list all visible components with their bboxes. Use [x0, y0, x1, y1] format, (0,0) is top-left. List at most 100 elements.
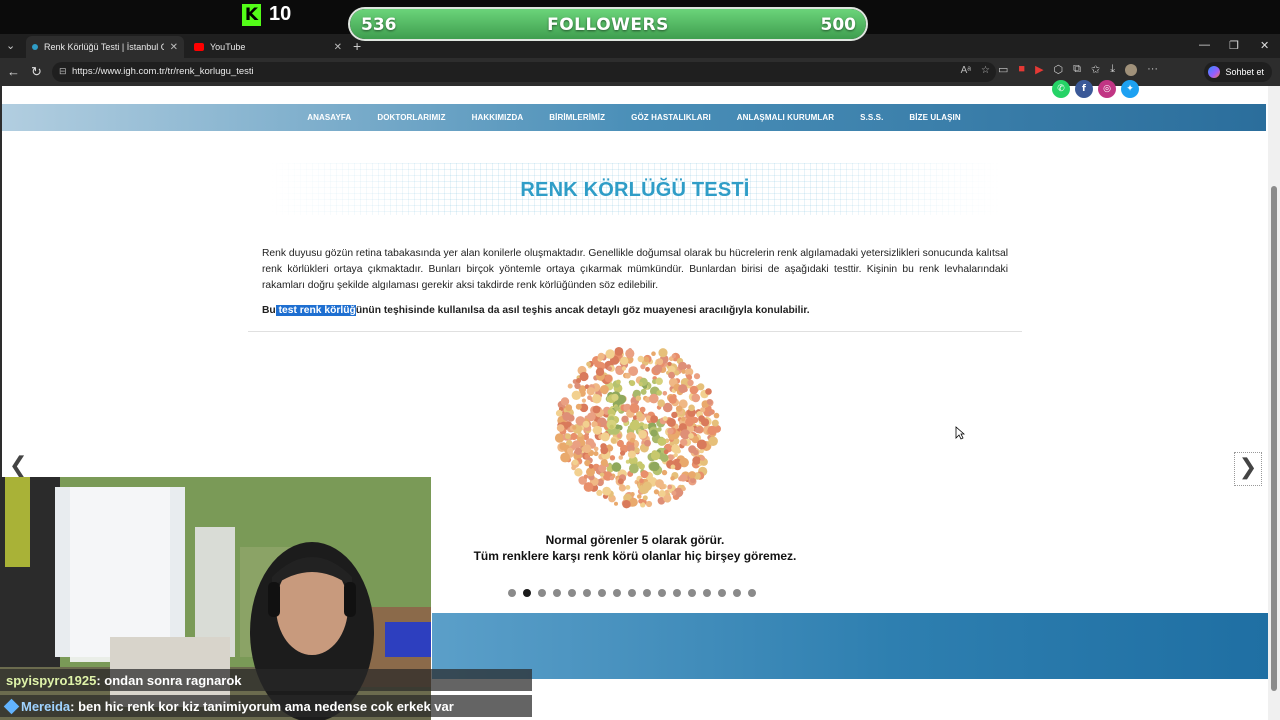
- slider-dot[interactable]: [598, 589, 606, 597]
- tab-renk-korlugu[interactable]: Renk Körlüğü Testi | İstanbul Göz Hastan…: [26, 36, 184, 58]
- profile-avatar[interactable]: [1125, 64, 1138, 76]
- plate-dot: [691, 393, 701, 403]
- kick-count: 10: [269, 3, 292, 25]
- downloads-icon[interactable]: ⤓: [1110, 63, 1115, 76]
- slider-dot[interactable]: [538, 589, 546, 597]
- plate-dot: [663, 449, 669, 455]
- maximize-icon[interactable]: ❐: [1229, 39, 1239, 52]
- plate-dot: [707, 425, 717, 436]
- plate-dot: [593, 446, 599, 452]
- plate-dot: [593, 451, 599, 457]
- plate-dot: [649, 393, 659, 404]
- close-tab-icon[interactable]: ✕: [170, 42, 178, 53]
- favorite-star-icon[interactable]: ☆: [981, 65, 990, 76]
- twitter-icon[interactable]: ✦: [1121, 80, 1139, 98]
- slider-dot[interactable]: [568, 589, 576, 597]
- plate-dot: [629, 380, 636, 387]
- slider-dot[interactable]: [613, 589, 621, 597]
- slider-dot[interactable]: [673, 589, 681, 597]
- plate-dot: [700, 407, 706, 413]
- slider-dot[interactable]: [658, 589, 666, 597]
- split-screen-icon[interactable]: ⧉: [1073, 63, 1081, 76]
- slider-dot[interactable]: [688, 589, 696, 597]
- plate-dot: [564, 433, 571, 440]
- followers-goal: 500: [820, 15, 857, 35]
- plate-dot: [625, 348, 635, 359]
- nav-item[interactable]: BİZE ULAŞIN: [909, 113, 960, 122]
- nav-item[interactable]: BİRİMLERİMİZ: [549, 113, 605, 122]
- reload-icon[interactable]: ↻: [31, 64, 42, 80]
- slider-dot[interactable]: [523, 589, 531, 597]
- plate-dot: [685, 417, 694, 427]
- close-window-icon[interactable]: ✕: [1260, 39, 1269, 52]
- plate-dot: [614, 501, 618, 506]
- favorites-icon[interactable]: ✩: [1091, 63, 1100, 76]
- extension-red-icon[interactable]: ■: [1018, 63, 1025, 76]
- plate-dot: [617, 478, 624, 485]
- plate-dot: [678, 361, 687, 371]
- note-text-start: Bu: [262, 305, 276, 316]
- plate-dot: [670, 464, 676, 470]
- plate-dot: [688, 404, 695, 412]
- note-text-end: ünün teşhisinde kullanılsa da asıl teşhi…: [355, 305, 810, 316]
- nav-item[interactable]: ANASAYFA: [307, 113, 351, 122]
- plate-dot: [693, 373, 701, 380]
- plate-dot: [656, 358, 664, 366]
- slider-dot[interactable]: [508, 589, 516, 597]
- minimize-icon[interactable]: —: [1199, 39, 1210, 51]
- slider-dot[interactable]: [643, 589, 651, 597]
- plate-dot: [637, 355, 644, 363]
- slider-dot[interactable]: [583, 589, 591, 597]
- slider-dot[interactable]: [628, 589, 636, 597]
- copilot-chat-button[interactable]: Sohbet et: [1204, 62, 1272, 82]
- plate-dot: [605, 349, 615, 359]
- slider-dot[interactable]: [553, 589, 561, 597]
- mouse-cursor-icon: [955, 426, 965, 440]
- plate-dot: [667, 361, 672, 366]
- plate-dot: [692, 456, 701, 465]
- nav-item[interactable]: ANLAŞMALI KURUMLAR: [737, 113, 834, 122]
- slider-dot[interactable]: [733, 589, 741, 597]
- plate-dot: [638, 382, 643, 387]
- plate-dot: [622, 500, 631, 509]
- plate-dot: [614, 347, 624, 356]
- whatsapp-icon[interactable]: ✆: [1052, 80, 1070, 98]
- close-tab-icon[interactable]: ✕: [334, 42, 342, 53]
- scrollbar-thumb[interactable]: [1271, 186, 1277, 691]
- plate-dot: [645, 500, 653, 508]
- plate-dot: [650, 451, 661, 461]
- chat-badge-icon: [3, 698, 20, 714]
- more-menu-icon[interactable]: ···: [1147, 63, 1158, 76]
- plate-dot: [643, 356, 650, 363]
- plate-dot: [708, 410, 713, 415]
- nav-item[interactable]: DOKTORLARIMIZ: [377, 113, 445, 122]
- slider-next-arrow-icon[interactable]: ❯: [1234, 452, 1262, 486]
- slider-dot[interactable]: [703, 589, 711, 597]
- plate-dot: [662, 391, 668, 396]
- tab-title: YouTube: [210, 42, 246, 52]
- nav-item[interactable]: HAKKIMIZDA: [472, 113, 524, 122]
- slider-dot[interactable]: [718, 589, 726, 597]
- back-arrow-icon[interactable]: ←: [7, 64, 20, 79]
- tab-youtube[interactable]: YouTube ✕: [188, 36, 348, 58]
- read-aloud-icon[interactable]: Aᵃ: [961, 65, 971, 76]
- screen-icon[interactable]: ▭: [998, 63, 1008, 76]
- tab-actions-chevron-icon[interactable]: ⌄: [6, 39, 15, 52]
- slider-dot[interactable]: [748, 589, 756, 597]
- instagram-icon[interactable]: ◎: [1098, 80, 1116, 98]
- youtube-extension-icon[interactable]: ▶: [1035, 63, 1043, 76]
- plate-dot: [596, 489, 603, 496]
- url-text[interactable]: https://www.igh.com.tr/tr/renk_korlugu_t…: [72, 66, 254, 77]
- plate-dot: [655, 479, 664, 488]
- plate-dot: [624, 372, 631, 379]
- facebook-icon[interactable]: f: [1075, 80, 1093, 98]
- nav-item[interactable]: S.S.S.: [860, 113, 883, 122]
- nav-item[interactable]: GÖZ HASTALIKLARI: [631, 113, 711, 122]
- slider-prev-arrow-icon[interactable]: ❮: [9, 453, 27, 478]
- extensions-puzzle-icon[interactable]: ⬡: [1054, 63, 1064, 76]
- address-bar[interactable]: ⊟ https://www.igh.com.tr/tr/renk_korlugu…: [52, 62, 996, 82]
- social-links: ✆ f ◎ ✦: [1052, 80, 1139, 98]
- plate-dot: [662, 416, 668, 421]
- chat-text: : ondan sonra ragnarok: [96, 672, 242, 688]
- site-info-icon[interactable]: ⊟: [59, 66, 67, 77]
